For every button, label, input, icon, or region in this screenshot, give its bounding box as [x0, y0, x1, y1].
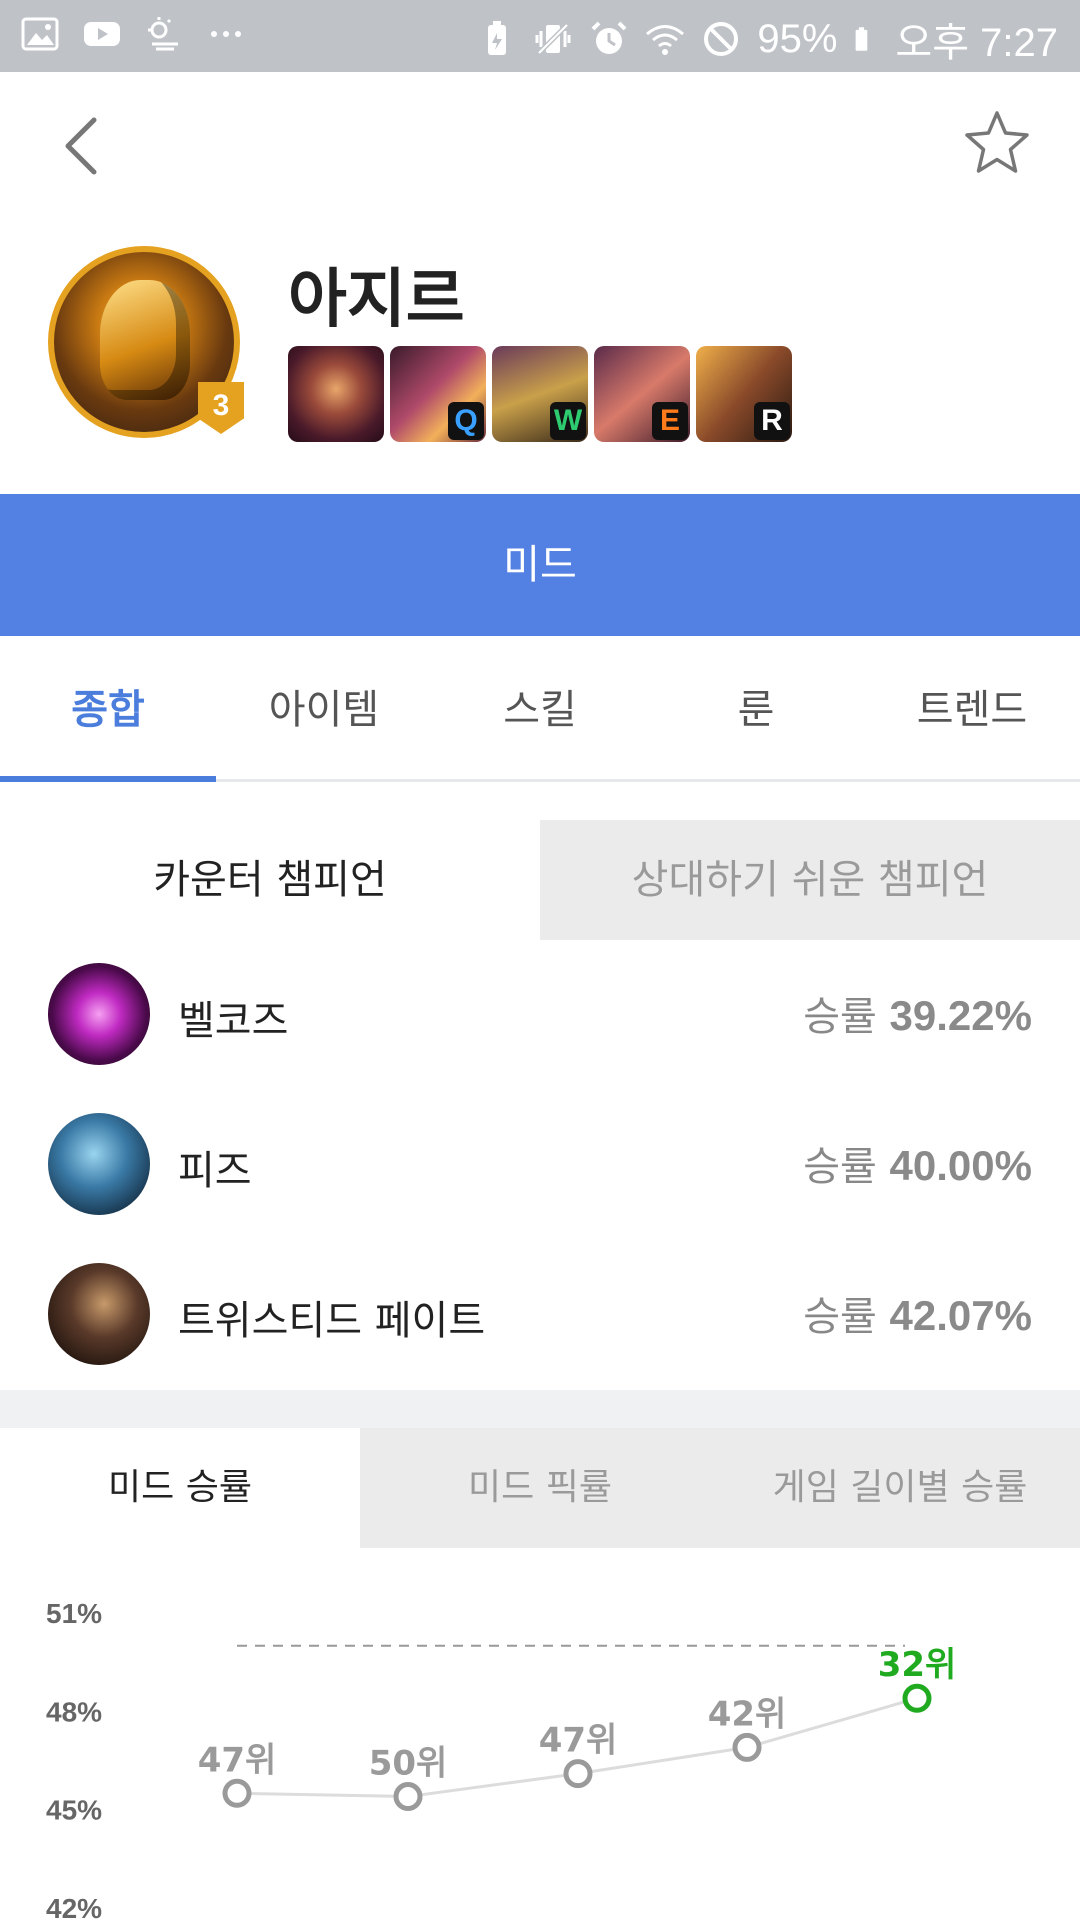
skill-key-q: Q	[448, 402, 484, 440]
status-bar-system: 95% 오후 7:27	[477, 10, 1058, 68]
counter-name: 벨코즈	[178, 998, 289, 1044]
battery-saver-icon	[488, 21, 507, 55]
q-skill-icon[interactable]: Q	[390, 346, 486, 442]
win-rate-label: 승률	[803, 994, 877, 1040]
y-tick-label: 51%	[46, 1598, 102, 1629]
tab-mid-pick-rate[interactable]: 미드 픽률	[360, 1428, 720, 1548]
counter-win-rate: 승률 40.00%	[803, 1134, 1032, 1192]
win-rate-value: 42.07%	[889, 1292, 1032, 1339]
tab-skills[interactable]: 스킬	[432, 660, 648, 779]
alarm-icon	[591, 21, 627, 54]
data-point	[563, 1759, 593, 1789]
counter-toggle: 카운터 챔피언 상대하기 쉬운 챔피언	[0, 820, 1080, 940]
data-point	[222, 1778, 252, 1808]
position-selector[interactable]: 미드	[0, 494, 1080, 636]
tab-runes[interactable]: 룬	[648, 660, 864, 779]
champion-portrait	[100, 280, 190, 400]
youtube-icon	[84, 22, 120, 46]
blocked-icon	[704, 22, 739, 56]
skill-icons: Q W E R	[288, 346, 792, 442]
champion-level-badge: 3	[198, 382, 244, 434]
tab-win-rate-by-length[interactable]: 게임 길이별 승률	[720, 1428, 1080, 1548]
champion-name: 아지르	[288, 263, 465, 337]
section-divider	[0, 1390, 1080, 1428]
champion-portrait	[48, 963, 150, 1065]
wifi-icon	[646, 25, 685, 55]
w-skill-icon[interactable]: W	[492, 346, 588, 442]
list-item[interactable]: 트위스티드 페이트 승률 42.07%	[0, 1238, 1080, 1388]
passive-skill-icon[interactable]	[288, 346, 384, 442]
data-point	[732, 1732, 762, 1762]
rank-label: 47위	[539, 1721, 618, 1761]
tab-mid-win-rate[interactable]: 미드 승률	[0, 1428, 360, 1548]
main-tabs: 종합 아이템 스킬 룬 트렌드	[0, 660, 1080, 782]
list-item[interactable]: 피즈 승률 40.00%	[0, 1088, 1080, 1238]
rank-label: 32위	[878, 1645, 957, 1685]
chart-toggle: 미드 승률 미드 픽률 게임 길이별 승률	[0, 1428, 1080, 1548]
win-rate-label: 승률	[803, 1144, 877, 1190]
line-chart: 51% 48% 45% 42% 47위 50위 47위 42위 32위	[46, 1598, 957, 1920]
weather-icon	[148, 17, 178, 51]
win-rate-label: 승률	[803, 1294, 877, 1340]
data-point	[393, 1782, 423, 1812]
battery-percent: 95%	[757, 16, 838, 61]
y-tick-label: 42%	[46, 1893, 102, 1920]
win-rate-value: 39.22%	[889, 992, 1032, 1039]
counter-win-rate: 승률 39.22%	[803, 984, 1032, 1042]
favorite-star-icon[interactable]	[962, 108, 1032, 178]
skill-key-e: E	[652, 402, 688, 440]
win-rate-chart: 51% 48% 45% 42% 47위 50위 47위 42위 32위	[0, 1548, 1080, 1920]
status-bar: 95% 오후 7:27	[0, 0, 1080, 72]
rank-label: 50위	[369, 1744, 448, 1784]
tab-trends[interactable]: 트렌드	[864, 660, 1080, 779]
champion-portrait	[48, 1263, 150, 1365]
y-tick-label: 45%	[46, 1795, 102, 1826]
data-point	[902, 1683, 932, 1713]
status-bar-notifications	[20, 14, 246, 54]
counter-name: 피즈	[178, 1148, 252, 1194]
easy-champions-tab[interactable]: 상대하기 쉬운 챔피언	[540, 820, 1080, 940]
tab-items[interactable]: 아이템	[216, 660, 432, 779]
r-skill-icon[interactable]: R	[696, 346, 792, 442]
more-dots-icon	[211, 31, 241, 37]
back-chevron-icon[interactable]	[58, 116, 108, 176]
vibrate-icon	[535, 23, 571, 55]
rank-label: 47위	[198, 1740, 277, 1780]
champion-portrait	[48, 1113, 150, 1215]
rank-label: 42위	[708, 1694, 787, 1734]
counter-champions-tab[interactable]: 카운터 챔피언	[0, 820, 540, 940]
clock: 오후 7:27	[895, 21, 1058, 65]
y-tick-label: 48%	[46, 1696, 102, 1727]
image-icon	[21, 17, 59, 51]
counter-name: 트위스티드 페이트	[178, 1298, 486, 1344]
skill-key-w: W	[550, 402, 586, 440]
battery-icon	[856, 27, 868, 51]
list-item[interactable]: 벨코즈 승률 39.22%	[0, 938, 1080, 1088]
skill-key-r: R	[754, 402, 790, 440]
tab-overview[interactable]: 종합	[0, 660, 216, 782]
counter-win-rate: 승률 42.07%	[803, 1284, 1032, 1342]
win-rate-value: 40.00%	[889, 1142, 1032, 1189]
e-skill-icon[interactable]: E	[594, 346, 690, 442]
